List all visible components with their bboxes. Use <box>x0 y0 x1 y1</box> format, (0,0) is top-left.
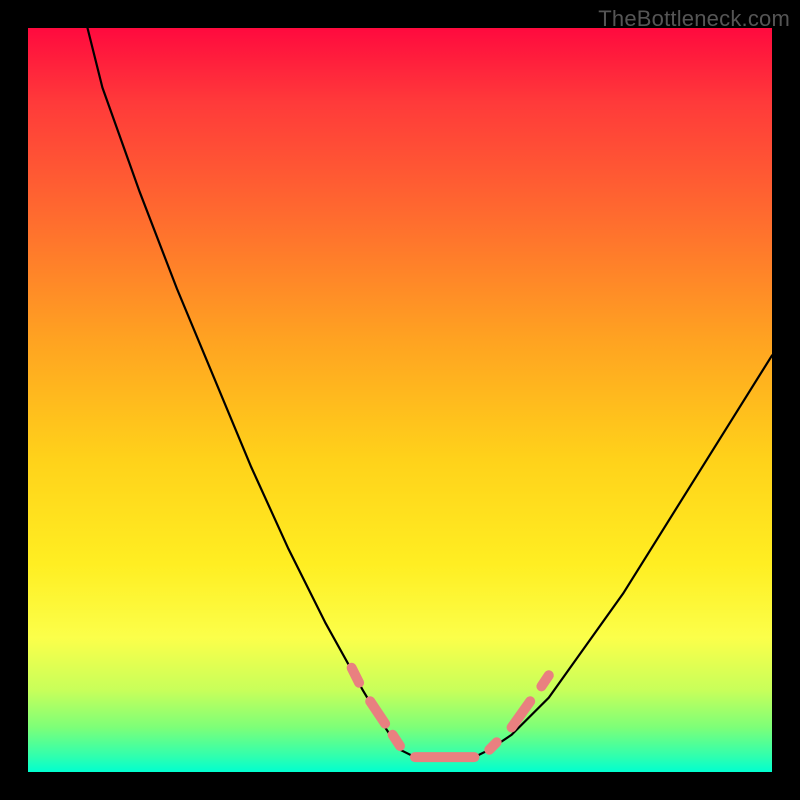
highlight-dash <box>393 735 400 746</box>
highlight-dash <box>370 701 385 723</box>
highlight-dashes <box>352 668 549 757</box>
bottleneck-curve-path <box>88 28 773 761</box>
highlight-dash <box>541 675 548 686</box>
bottleneck-curve-svg <box>28 28 772 772</box>
chart-frame: TheBottleneck.com <box>0 0 800 800</box>
highlight-dash <box>512 701 531 727</box>
watermark-text: TheBottleneck.com <box>598 6 790 32</box>
plot-area <box>28 28 772 772</box>
highlight-dash <box>352 668 360 683</box>
highlight-dash <box>489 742 496 750</box>
